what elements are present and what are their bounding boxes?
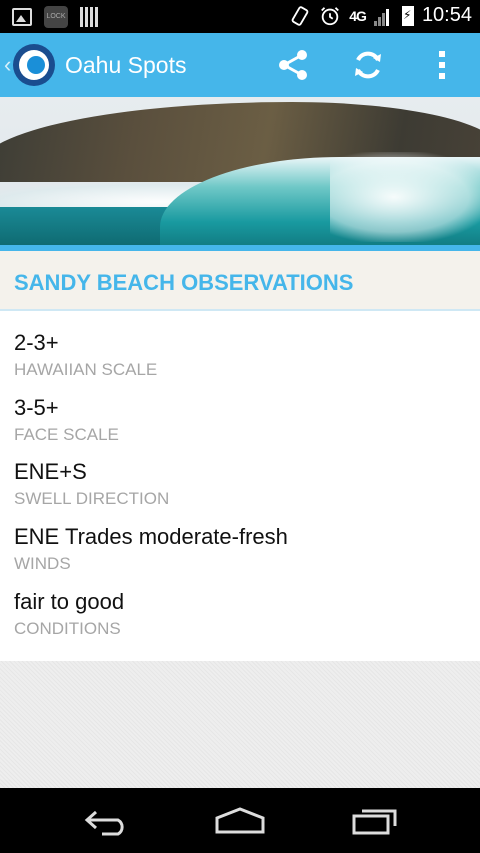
home-up-button[interactable]: ‹ [4,41,56,89]
vibrate-icon [291,5,309,26]
empty-background [0,661,480,788]
section-title: SANDY BEACH OBSERVATIONS [14,270,354,295]
observation-label: HAWAIIAN SCALE [14,360,158,379]
home-icon [215,807,265,834]
recent-apps-icon [352,809,397,835]
navigation-bar [0,788,480,853]
observation-label: CONDITIONS [14,619,121,638]
observations-list: 2-3+ HAWAIIAN SCALE 3-5+ FACE SCALE ENE+… [0,311,480,661]
observation-hawaiian-scale: 2-3+ HAWAIIAN SCALE [14,330,157,380]
back-button[interactable] [67,798,147,844]
section-header: SANDY BEACH OBSERVATIONS [0,251,480,311]
network-type: 4G [349,7,367,24]
observation-value: 3-5+ [14,395,59,420]
signal-icon [373,6,394,26]
share-icon [279,50,307,80]
observation-value: 2-3+ [14,330,59,355]
image-icon [12,8,32,26]
app-title: Oahu Spots [65,52,187,78]
system-icons: 4G 10:54 [289,4,472,27]
observation-winds: ENE Trades moderate-fresh WINDS [14,524,288,574]
observation-label: FACE SCALE [14,425,119,444]
refresh-button[interactable] [336,33,400,97]
observation-value: fair to good [14,589,125,614]
action-bar: ‹ Oahu Spots [0,33,480,97]
home-button[interactable] [200,798,280,844]
app-logo-icon [13,44,56,86]
notification-icons: LOCK [12,6,98,28]
observation-label: SWELL DIRECTION [14,489,170,508]
observation-conditions: fair to good CONDITIONS [14,589,124,639]
chevron-left-icon: ‹ [4,52,12,77]
share-button[interactable] [261,33,325,97]
overflow-menu-button[interactable] [410,33,474,97]
status-time: 10:54 [421,4,472,26]
refresh-icon [355,51,381,79]
observation-value: ENE+S [14,459,87,484]
observation-value: ENE Trades moderate-fresh [14,524,288,549]
barcode-icon [80,7,98,27]
observation-label: WINDS [14,554,71,573]
status-bar: LOCK 4G 10:54 [0,0,480,33]
overflow-menu-icon [439,51,445,79]
battery-charging-icon [401,5,414,26]
alarm-icon [321,6,340,25]
lock-icon: LOCK [44,6,68,28]
beach-hero-image [0,97,480,245]
observation-swell-direction: ENE+S SWELL DIRECTION [14,459,169,509]
back-icon [84,810,124,836]
recent-apps-button[interactable] [335,798,415,844]
observation-face-scale: 3-5+ FACE SCALE [14,395,119,445]
